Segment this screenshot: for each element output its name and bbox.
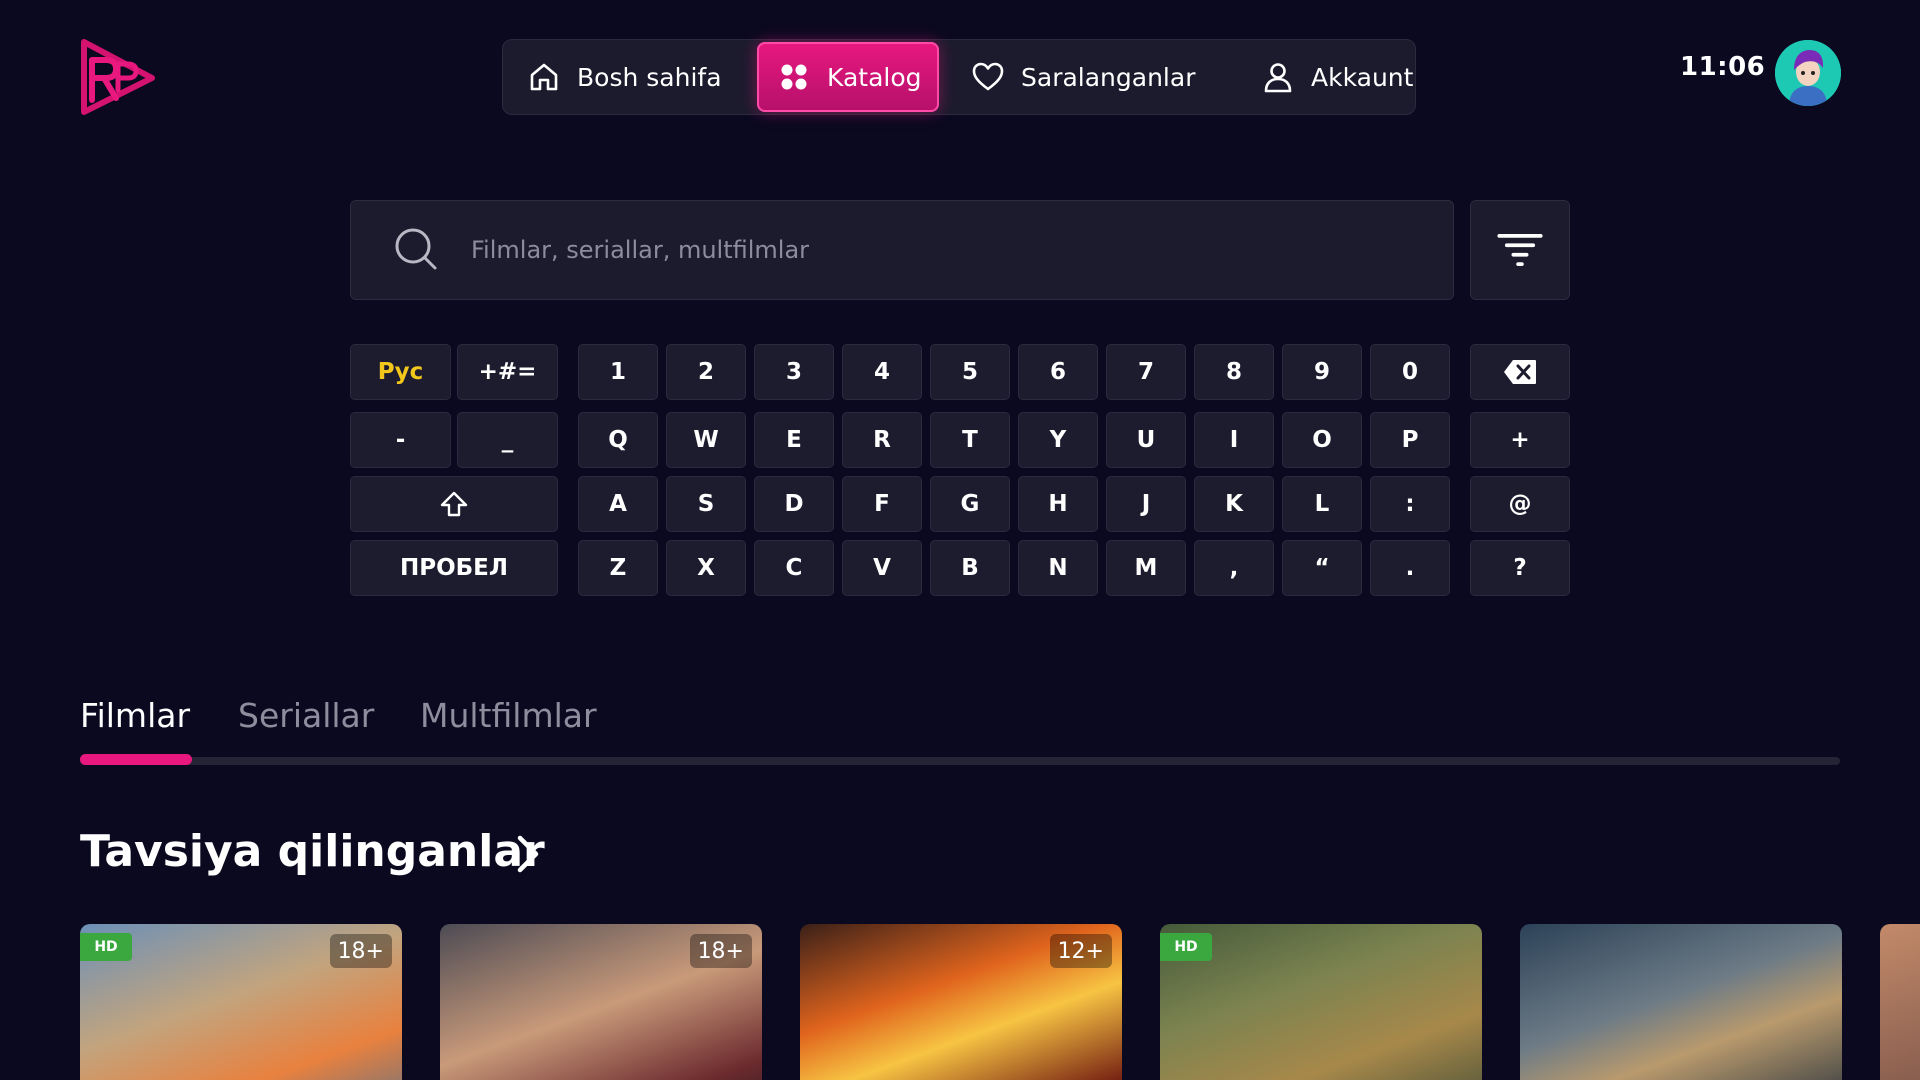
key-g[interactable]: G xyxy=(930,476,1010,532)
key-k[interactable]: K xyxy=(1194,476,1274,532)
age-rating-badge: 18+ xyxy=(329,934,392,968)
avatar[interactable] xyxy=(1775,40,1841,106)
backspace-icon xyxy=(1504,360,1536,384)
key-h[interactable]: H xyxy=(1018,476,1098,532)
key-x[interactable]: X xyxy=(666,540,746,596)
key-o[interactable]: O xyxy=(1282,412,1362,468)
key-dash[interactable]: - xyxy=(350,412,451,468)
tab-series[interactable]: Seriallar xyxy=(238,696,374,735)
chevron-right-icon[interactable] xyxy=(510,832,546,876)
user-icon xyxy=(1264,63,1292,93)
tab-cartoons[interactable]: Multfilmlar xyxy=(420,696,597,735)
nav-item-catalog[interactable]: Katalog xyxy=(757,42,939,112)
key-m[interactable]: M xyxy=(1106,540,1186,596)
key-plus[interactable]: + xyxy=(1470,412,1570,468)
movie-card[interactable]: 18+ xyxy=(440,924,762,1080)
nav-item-label: Bosh sahifa xyxy=(577,62,722,92)
search-icon xyxy=(395,228,437,270)
key-symbols[interactable]: +#= xyxy=(457,344,558,400)
hd-badge: HD xyxy=(80,933,132,961)
key-9[interactable]: 9 xyxy=(1282,344,1362,400)
search-input[interactable] xyxy=(471,236,1371,264)
filter-icon xyxy=(1497,234,1543,266)
age-rating-badge: 12+ xyxy=(1049,934,1112,968)
key-7[interactable]: 7 xyxy=(1106,344,1186,400)
key-n[interactable]: N xyxy=(1018,540,1098,596)
key-3[interactable]: 3 xyxy=(754,344,834,400)
key-space[interactable]: ПРОБЕЛ xyxy=(350,540,558,596)
key-1[interactable]: 1 xyxy=(578,344,658,400)
avatar-image xyxy=(1775,40,1841,106)
key-question[interactable]: ? xyxy=(1470,540,1570,596)
tab-track xyxy=(80,757,1840,765)
key-u[interactable]: U xyxy=(1106,412,1186,468)
key-z[interactable]: Z xyxy=(578,540,658,596)
key-l[interactable]: L xyxy=(1282,476,1362,532)
tab-indicator xyxy=(80,754,192,765)
key-f[interactable]: F xyxy=(842,476,922,532)
key-8[interactable]: 8 xyxy=(1194,344,1274,400)
nav-item-home[interactable]: Bosh sahifa xyxy=(507,42,757,112)
key-t[interactable]: T xyxy=(930,412,1010,468)
nav-item-label: Akkaunt xyxy=(1311,62,1414,92)
age-rating-badge: 18+ xyxy=(689,934,752,968)
key-e[interactable]: E xyxy=(754,412,834,468)
tab-films[interactable]: Filmlar xyxy=(80,696,190,735)
key-5[interactable]: 5 xyxy=(930,344,1010,400)
key-y[interactable]: Y xyxy=(1018,412,1098,468)
shift-icon xyxy=(440,491,468,517)
heart-icon xyxy=(972,62,1004,91)
nav-item-label: Katalog xyxy=(827,62,922,92)
grid-icon xyxy=(781,64,807,90)
key-b[interactable]: B xyxy=(930,540,1010,596)
key-language[interactable]: Рус xyxy=(350,344,451,400)
nav-item-label: Saralanganlar xyxy=(1021,62,1196,92)
key-c[interactable]: C xyxy=(754,540,834,596)
key-a[interactable]: A xyxy=(578,476,658,532)
key-s[interactable]: S xyxy=(666,476,746,532)
home-icon xyxy=(530,63,558,91)
key-6[interactable]: 6 xyxy=(1018,344,1098,400)
key-w[interactable]: W xyxy=(666,412,746,468)
nav-item-favorites[interactable]: Saralanganlar xyxy=(951,42,1241,112)
key-j[interactable]: J xyxy=(1106,476,1186,532)
movie-card[interactable]: HD xyxy=(1160,924,1482,1080)
key-2[interactable]: 2 xyxy=(666,344,746,400)
movie-card[interactable]: 12+ xyxy=(800,924,1122,1080)
clock: 11:06 xyxy=(1680,52,1766,82)
key-v[interactable]: V xyxy=(842,540,922,596)
key-4[interactable]: 4 xyxy=(842,344,922,400)
key-d[interactable]: D xyxy=(754,476,834,532)
key-backspace[interactable] xyxy=(1470,344,1570,400)
movie-card[interactable]: HD 18+ xyxy=(80,924,402,1080)
key-i[interactable]: I xyxy=(1194,412,1274,468)
key-underscore[interactable]: _ xyxy=(457,412,558,468)
key-0[interactable]: 0 xyxy=(1370,344,1450,400)
key-r[interactable]: R xyxy=(842,412,922,468)
key-period[interactable]: . xyxy=(1370,540,1450,596)
key-q[interactable]: Q xyxy=(578,412,658,468)
app-logo[interactable] xyxy=(78,38,158,116)
search-bar[interactable] xyxy=(350,200,1454,300)
movie-card[interactable] xyxy=(1520,924,1842,1080)
filter-button[interactable] xyxy=(1470,200,1570,300)
key-shift[interactable] xyxy=(350,476,558,532)
key-colon[interactable]: : xyxy=(1370,476,1450,532)
movie-card-partial[interactable] xyxy=(1880,924,1920,1080)
key-at[interactable]: @ xyxy=(1470,476,1570,532)
nav-item-account[interactable]: Akkaunt xyxy=(1241,42,1414,112)
key-p[interactable]: P xyxy=(1370,412,1450,468)
key-quote[interactable]: “ xyxy=(1282,540,1362,596)
section-title[interactable]: Tavsiya qilinganlar xyxy=(80,826,545,877)
key-comma[interactable]: , xyxy=(1194,540,1274,596)
main-nav: Bosh sahifa Katalog Saralanganlar Akkaun… xyxy=(502,39,1416,115)
hd-badge: HD xyxy=(1160,933,1212,961)
